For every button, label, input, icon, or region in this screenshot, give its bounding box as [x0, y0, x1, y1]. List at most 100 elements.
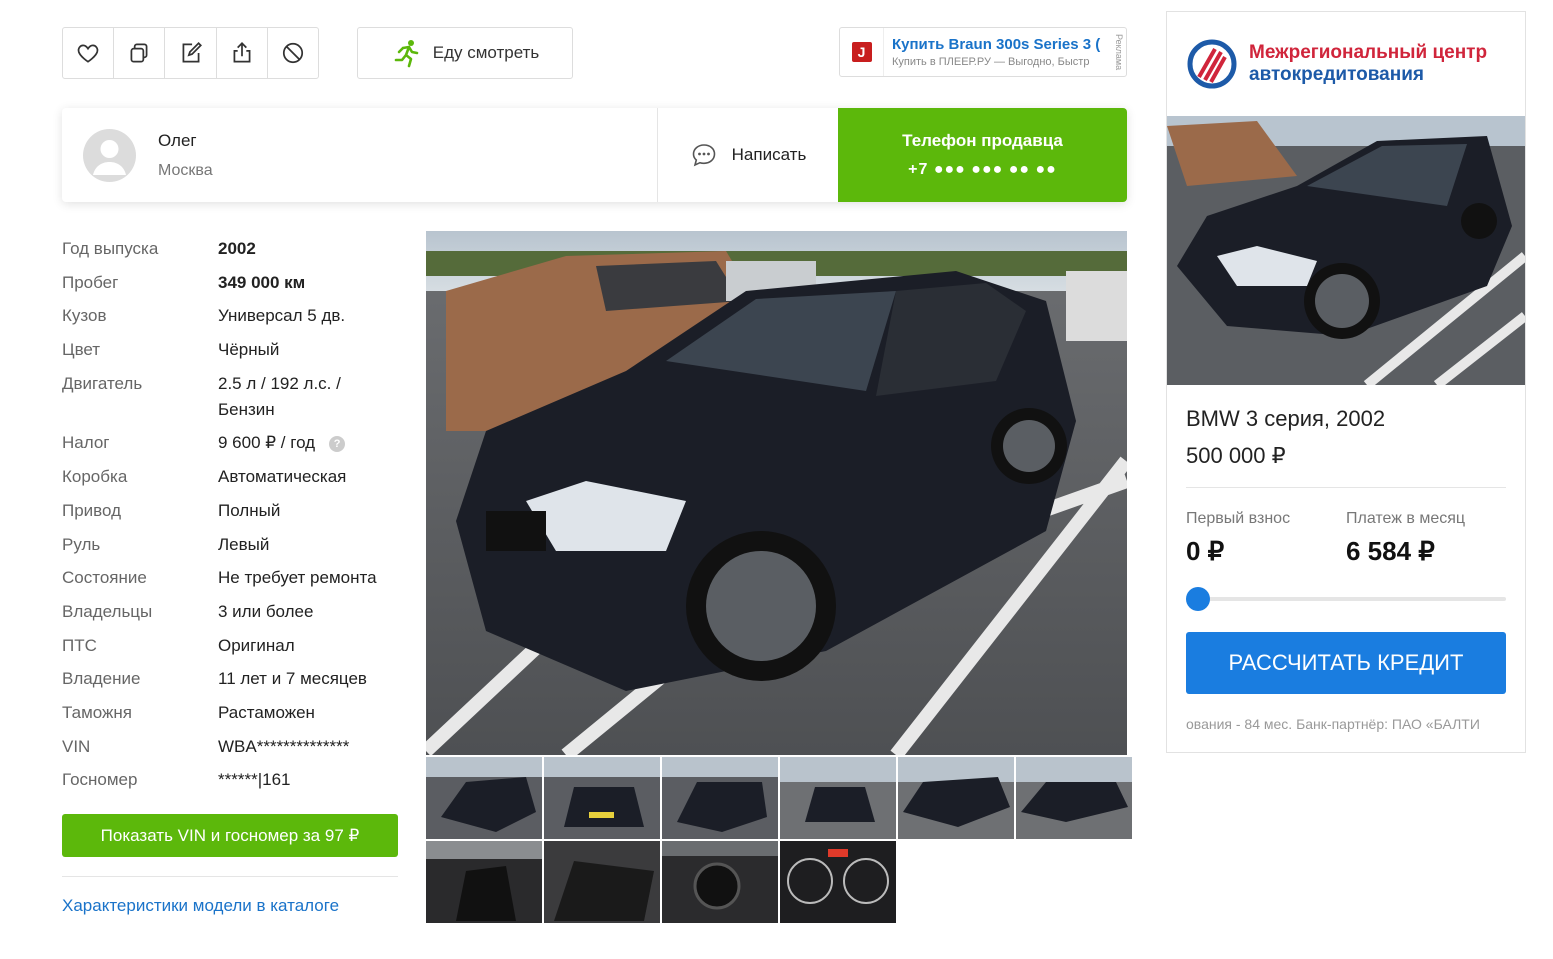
phone-masked: +7 ●●● ●●● ●● ●● — [908, 161, 1057, 178]
spec-value: 3 или более — [218, 599, 313, 625]
spec-value: 9 600 ₽ / год? — [218, 430, 346, 456]
spec-value: 349 000 км — [218, 270, 305, 296]
seller-info: Олег Москва — [62, 108, 658, 202]
spec-value: WBA************** — [218, 734, 349, 760]
thumbnail[interactable] — [544, 841, 660, 923]
show-phone-button[interactable]: Телефон продавца +7 ●●● ●●● ●● ●● — [838, 108, 1127, 202]
spec-label: Кузов — [62, 306, 107, 326]
monthly-payment-label: Платеж в месяц — [1346, 510, 1466, 527]
ad-mark: Реклама — [1114, 33, 1124, 71]
thumbnail[interactable] — [780, 841, 896, 923]
user-icon — [93, 139, 126, 175]
slider-handle[interactable] — [1186, 587, 1210, 611]
note-button[interactable] — [165, 28, 217, 78]
thumbnail[interactable] — [662, 757, 778, 839]
ad-title[interactable]: Купить Braun 300s Series 3 ( — [892, 36, 1112, 53]
spec-value: Автоматическая — [218, 464, 346, 490]
spec-value: 2.5 л / 192 л.с. / Бензин — [218, 371, 402, 423]
specs-list: Год выпуска 2002 Пробег 349 000 км Кузов Унив… — [62, 236, 402, 801]
monthly-payment-value: 6 584 ₽ — [1346, 536, 1435, 566]
spec-label: Таможня — [62, 702, 132, 722]
spec-value: Полный — [218, 498, 280, 524]
spec-value: 11 лет и 7 месяцев — [218, 666, 367, 692]
catalog-link[interactable]: Характеристики модели в каталоге — [62, 896, 339, 916]
credit-disclaimer: ования - 84 мес. Банк-партнёр: ПАО «БАЛТ… — [1186, 716, 1506, 732]
spec-value-text: Не требует ремонта — [218, 568, 377, 588]
spec-value: ******|161 — [218, 767, 290, 793]
help-icon[interactable]: ? — [329, 435, 346, 452]
running-man-icon — [394, 40, 419, 68]
phone-title: Телефон продавца — [902, 131, 1063, 150]
spec-label: Владельцы — [62, 601, 153, 621]
spec-value: Левый — [218, 532, 269, 558]
favorite-button[interactable] — [63, 28, 115, 78]
spec-row: Владельцы 3 или более — [62, 599, 402, 625]
compare-button[interactable] — [114, 28, 166, 78]
spec-row: Состояние Не требует ремонта — [62, 565, 402, 591]
spec-label: Налог — [62, 433, 110, 453]
spec-value-text: 349 000 км — [218, 272, 306, 292]
credit-car-photo[interactable] — [1167, 116, 1525, 385]
spec-value: 2002 — [218, 236, 256, 262]
spec-row: Пробег 349 000 км — [62, 270, 402, 296]
brand-line1: Межрегиональный центр — [1249, 42, 1488, 63]
spec-row: Привод Полный — [62, 498, 402, 524]
down-payment-label: Первый взнос — [1186, 510, 1291, 527]
spec-row: Кузов Универсал 5 дв. — [62, 303, 402, 329]
spec-value: Чёрный — [218, 337, 279, 363]
watch-car-button[interactable]: Еду смотреть — [357, 27, 573, 79]
ad-subtitle: Купить в ПЛЕЕР.РУ — Выгодно, Быстр — [892, 56, 1090, 68]
credit-disclaimer-text: ования - 84 мес. Банк-партнёр: ПАО «БАЛТ… — [1186, 716, 1480, 732]
brand-line2: автокредитования — [1249, 64, 1424, 85]
ad-logo: J — [840, 28, 884, 76]
spec-label: Владение — [62, 669, 141, 689]
thumbnail[interactable] — [780, 757, 896, 839]
hide-button[interactable] — [268, 28, 318, 78]
spec-value-text: Левый — [218, 534, 270, 554]
thumbnail[interactable] — [662, 841, 778, 923]
main-photo[interactable] — [426, 231, 1127, 755]
spec-label: Цвет — [62, 340, 101, 360]
divider — [62, 876, 398, 877]
spec-value-text: Полный — [218, 500, 281, 520]
thumbnail[interactable] — [426, 757, 542, 839]
spec-label: Год выпуска — [62, 239, 159, 258]
share-button[interactable] — [217, 28, 268, 78]
spec-label: ПТС — [62, 635, 97, 655]
spec-label: Руль — [62, 534, 101, 554]
block-icon — [282, 42, 303, 64]
top-ad-banner[interactable]: J Купить Braun 300s Series 3 ( Купить в … — [839, 27, 1127, 77]
spec-row: Коробка Автоматическая — [62, 464, 402, 490]
spec-row: ПТС Оригинал — [62, 633, 402, 659]
credit-brand: Межрегиональный центр автокредитования — [1167, 12, 1525, 116]
credit-car-title: BMW 3 серия, 2002 — [1186, 406, 1386, 431]
down-payment-slider[interactable] — [1186, 597, 1506, 601]
spec-row: Двигатель 2.5 л / 192 л.с. / Бензин — [62, 371, 402, 423]
spec-row: Налог 9 600 ₽ / год? — [62, 430, 402, 456]
spec-value-text: Растаможен — [218, 702, 315, 722]
spec-value-text: 3 или более — [218, 601, 314, 621]
spec-label: Состояние — [62, 568, 147, 588]
write-message-button[interactable]: Написать — [658, 108, 838, 202]
spec-label: Привод — [62, 500, 122, 520]
spec-value-text: ******|161 — [218, 770, 291, 790]
spec-value-text: 9 600 ₽ / год — [218, 433, 316, 453]
spec-label: VIN — [62, 736, 91, 756]
spec-value-text: 2002 — [218, 239, 256, 258]
divider — [1186, 487, 1506, 488]
spec-label: Госномер — [62, 770, 138, 790]
compare-icon — [130, 43, 148, 63]
spec-value: Оригинал — [218, 633, 295, 659]
calculate-credit-button[interactable]: РАССЧИТАТЬ КРЕДИТ — [1186, 632, 1506, 694]
seller-city: Москва — [158, 161, 213, 179]
thumbnail[interactable] — [898, 757, 1014, 839]
spec-row: Год выпуска 2002 — [62, 236, 402, 262]
spec-row: Цвет Чёрный — [62, 337, 402, 363]
show-vin-button[interactable]: Показать VIN и госномер за 97 ₽ — [62, 814, 398, 857]
watch-car-label: Еду смотреть — [432, 43, 540, 62]
thumbnail[interactable] — [1016, 757, 1132, 839]
thumbnail[interactable] — [426, 841, 542, 923]
seller-card: Олег Москва Написать Телефон продавца +7… — [62, 108, 1127, 202]
thumbnail[interactable] — [544, 757, 660, 839]
heart-icon — [77, 44, 99, 63]
